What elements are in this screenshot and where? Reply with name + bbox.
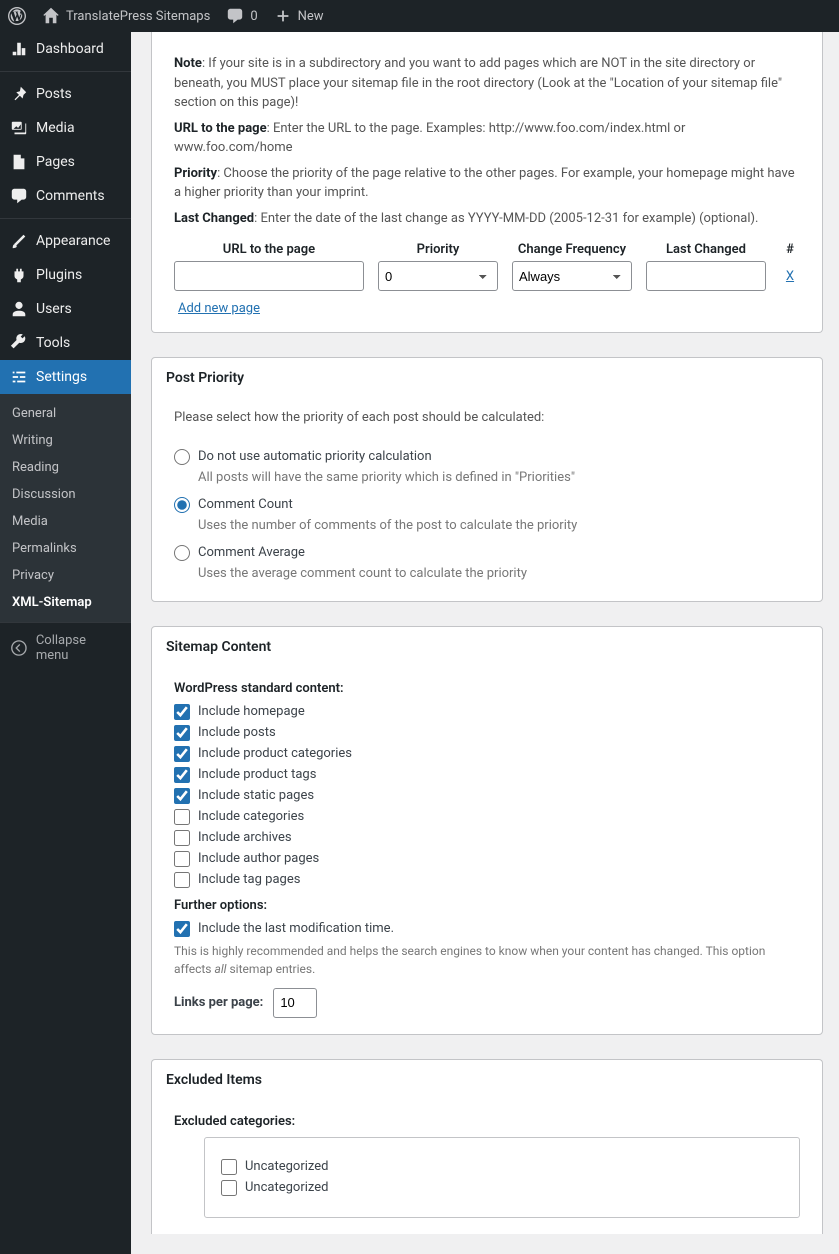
plug-icon bbox=[10, 266, 28, 284]
wordpress-icon bbox=[8, 7, 26, 25]
submenu-general[interactable]: General bbox=[0, 400, 131, 427]
post-priority-intro: Please select how the priority of each p… bbox=[174, 408, 800, 428]
site-name: TranslatePress Sitemaps bbox=[66, 9, 210, 24]
radio-no-auto[interactable] bbox=[174, 449, 190, 465]
add-new-page-link[interactable]: Add new page bbox=[178, 301, 260, 316]
menu-users[interactable]: Users bbox=[0, 292, 131, 326]
plus-icon bbox=[274, 7, 292, 25]
col-url-header: URL to the page bbox=[223, 242, 315, 257]
new-link[interactable]: New bbox=[274, 7, 324, 25]
menu-plugins[interactable]: Plugins bbox=[0, 258, 131, 292]
chk-archives[interactable] bbox=[174, 830, 190, 846]
menu-posts[interactable]: Posts bbox=[0, 77, 131, 111]
chk-posts[interactable] bbox=[174, 725, 190, 741]
links-per-page-label: Links per page: bbox=[174, 995, 263, 1010]
wp-logo[interactable] bbox=[8, 7, 26, 25]
post-priority-panel: Post Priority Please select how the prio… bbox=[151, 357, 823, 602]
comment-icon bbox=[10, 187, 28, 205]
priority-select[interactable]: 0 bbox=[378, 261, 498, 291]
brush-icon bbox=[10, 232, 28, 250]
additional-pages-panel: Note: If your site is in a subdirectory … bbox=[151, 32, 823, 333]
comments-link[interactable]: 0 bbox=[226, 7, 257, 25]
excluded-categories-header: Excluded categories: bbox=[174, 1114, 800, 1129]
radio-comment-average[interactable] bbox=[174, 545, 190, 561]
comment-icon bbox=[226, 7, 244, 25]
chk-last-mod[interactable] bbox=[174, 921, 190, 937]
std-content-header: WordPress standard content: bbox=[174, 681, 800, 696]
submenu-xml-sitemap[interactable]: XML-Sitemap bbox=[0, 589, 131, 616]
chk-tag-pages[interactable] bbox=[174, 872, 190, 888]
menu-dashboard[interactable]: Dashboard bbox=[0, 32, 131, 66]
frequency-select[interactable]: Always bbox=[512, 261, 632, 291]
links-per-page-input[interactable] bbox=[273, 988, 317, 1018]
pin-icon bbox=[10, 85, 28, 103]
excluded-items-panel: Excluded Items Excluded categories: Unca… bbox=[151, 1059, 823, 1234]
collapse-menu[interactable]: Collapse menu bbox=[0, 622, 131, 673]
submenu-writing[interactable]: Writing bbox=[0, 427, 131, 454]
settings-submenu: General Writing Reading Discussion Media… bbox=[0, 394, 131, 622]
chk-static-pages[interactable] bbox=[174, 788, 190, 804]
url-input[interactable] bbox=[174, 261, 364, 291]
additional-pages-row: 0 Always X bbox=[174, 261, 800, 291]
submenu-privacy[interactable]: Privacy bbox=[0, 562, 131, 589]
chk-excl-uncategorized-1[interactable] bbox=[221, 1159, 237, 1175]
menu-tools[interactable]: Tools bbox=[0, 326, 131, 360]
comments-count: 0 bbox=[250, 9, 257, 24]
menu-appearance[interactable]: Appearance bbox=[0, 224, 131, 258]
chk-excl-uncategorized-2[interactable] bbox=[221, 1180, 237, 1196]
lastchanged-input[interactable] bbox=[646, 261, 766, 291]
excluded-categories-box: Uncategorized Uncategorized bbox=[204, 1137, 800, 1218]
home-icon bbox=[42, 7, 60, 25]
col-priority-header: Priority bbox=[417, 242, 460, 257]
site-link[interactable]: TranslatePress Sitemaps bbox=[42, 7, 210, 25]
further-options-header: Further options: bbox=[174, 898, 800, 913]
page-icon bbox=[10, 153, 28, 171]
menu-settings[interactable]: Settings bbox=[0, 360, 131, 394]
col-freq-header: Change Frequency bbox=[518, 242, 626, 257]
delete-row-link[interactable]: X bbox=[786, 269, 794, 284]
submenu-media[interactable]: Media bbox=[0, 508, 131, 535]
submenu-reading[interactable]: Reading bbox=[0, 454, 131, 481]
chk-product-tags[interactable] bbox=[174, 767, 190, 783]
menu-comments[interactable]: Comments bbox=[0, 179, 131, 213]
col-last-header: Last Changed bbox=[666, 242, 746, 257]
col-hash-header: # bbox=[786, 242, 794, 257]
wrench-icon bbox=[10, 334, 28, 352]
admin-toolbar: TranslatePress Sitemaps 0 New bbox=[0, 0, 839, 32]
menu-pages[interactable]: Pages bbox=[0, 145, 131, 179]
submenu-permalinks[interactable]: Permalinks bbox=[0, 535, 131, 562]
media-icon bbox=[10, 119, 28, 137]
excluded-items-title: Excluded Items bbox=[166, 1072, 808, 1088]
admin-sidebar: Dashboard Posts Media Pages Comments App… bbox=[0, 32, 131, 1254]
chk-homepage[interactable] bbox=[174, 704, 190, 720]
sitemap-content-panel: Sitemap Content WordPress standard conte… bbox=[151, 626, 823, 1035]
new-label: New bbox=[298, 9, 324, 24]
collapse-icon bbox=[10, 639, 28, 657]
chk-product-categories[interactable] bbox=[174, 746, 190, 762]
user-icon bbox=[10, 300, 28, 318]
sliders-icon bbox=[10, 368, 28, 386]
menu-media[interactable]: Media bbox=[0, 111, 131, 145]
dashboard-icon bbox=[10, 40, 28, 58]
chk-author-pages[interactable] bbox=[174, 851, 190, 867]
post-priority-title: Post Priority bbox=[166, 370, 808, 386]
submenu-discussion[interactable]: Discussion bbox=[0, 481, 131, 508]
main-content: Note: If your site is in a subdirectory … bbox=[131, 32, 839, 1254]
additional-pages-header: URL to the page Priority Change Frequenc… bbox=[174, 242, 800, 257]
radio-comment-count[interactable] bbox=[174, 497, 190, 513]
chk-categories[interactable] bbox=[174, 809, 190, 825]
sitemap-content-title: Sitemap Content bbox=[166, 639, 808, 655]
